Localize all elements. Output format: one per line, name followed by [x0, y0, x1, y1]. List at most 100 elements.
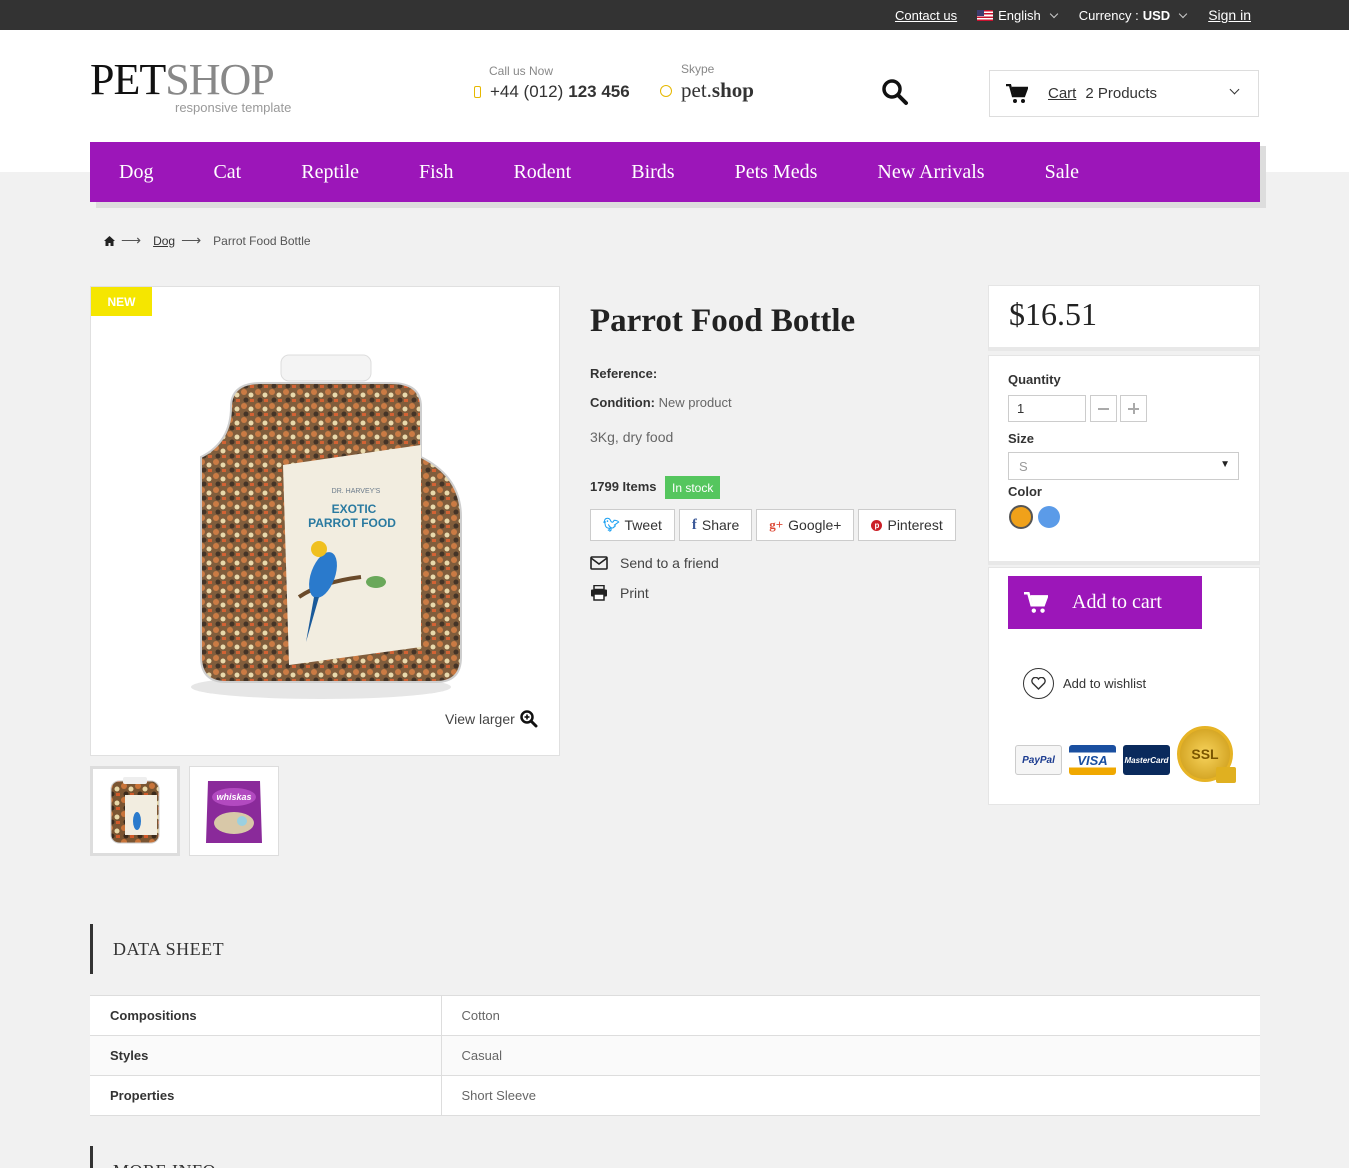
tweet-label: Tweet	[624, 517, 662, 533]
skype-prefix: pet.	[681, 78, 712, 102]
table-key: Styles	[90, 1035, 442, 1076]
heart-icon	[1023, 668, 1054, 699]
quantity-decrease-button[interactable]	[1090, 395, 1117, 422]
us-flag-icon	[977, 9, 994, 21]
mastercard-logo: MasterCard	[1123, 745, 1170, 775]
stock-badge: In stock	[665, 476, 721, 499]
nav-item-pets-meds[interactable]: Pets Meds	[735, 161, 818, 184]
call-us: Call us Now +44 (012) 123 456	[474, 64, 630, 102]
contact-us-link[interactable]: Contact us	[895, 8, 957, 23]
google-plus-icon: g+	[769, 517, 784, 532]
size-select[interactable]: S ▼	[1008, 452, 1239, 480]
logo-subtitle: responsive template	[175, 100, 292, 115]
breadcrumb: ⟶ Dog ⟶ Parrot Food Bottle	[104, 232, 311, 249]
tweet-button[interactable]: 🐦︎ Tweet	[590, 509, 675, 541]
call-label: Call us Now	[489, 64, 554, 78]
cart-icon	[1024, 591, 1048, 613]
print-label: Print	[620, 585, 649, 601]
condition: Condition: New product	[590, 395, 732, 410]
phone-icon	[474, 86, 481, 98]
logo-light: SHOP	[165, 55, 274, 104]
data-sheet-table: Compositions Cotton Styles Casual Proper…	[90, 995, 1260, 1116]
nav-item-fish[interactable]: Fish	[419, 161, 453, 184]
envelope-icon	[590, 556, 608, 570]
size-value: S	[1019, 458, 1028, 474]
quantity-input[interactable]	[1008, 395, 1086, 422]
product-description: 3Kg, dry food	[590, 429, 674, 445]
table-key: Properties	[90, 1075, 442, 1116]
cart-icon	[1006, 83, 1028, 103]
cart-dropdown[interactable]: Cart 2 Products	[989, 70, 1259, 117]
social-share: 🐦︎ Tweet f Share g+ Google+ p Pinterest	[590, 509, 956, 541]
top-bar: Contact us English Currency : USD Sign i…	[0, 0, 1349, 30]
payment-methods: PayPal VISA MasterCard SSL	[1015, 726, 1236, 783]
new-badge: NEW	[91, 287, 152, 316]
send-friend-label: Send to a friend	[620, 555, 719, 571]
print-link[interactable]: Print	[590, 585, 649, 601]
home-icon[interactable]	[104, 235, 115, 246]
condition-value: New product	[658, 395, 732, 410]
nav-item-cat[interactable]: Cat	[213, 161, 241, 184]
table-row: Compositions Cotton	[90, 995, 1260, 1036]
search-button[interactable]	[881, 78, 909, 106]
nav-item-sale[interactable]: Sale	[1045, 161, 1079, 184]
arrow-right-icon: ⟶	[121, 232, 142, 248]
nav-item-reptile[interactable]: Reptile	[301, 161, 359, 184]
condition-label: Condition:	[590, 395, 655, 410]
add-to-cart-box: Add to cart Add to wishlist PayPal VISA …	[988, 567, 1260, 805]
google-plus-button[interactable]: g+ Google+	[756, 509, 855, 541]
main-nav: Dog Cat Reptile Fish Rodent Birds Pets M…	[90, 142, 1260, 202]
quantity-available: 1799 Items	[590, 479, 657, 494]
language-selector[interactable]: English	[977, 8, 1059, 23]
view-larger-label: View larger	[445, 711, 515, 727]
options-box: Quantity Size S ▼ Color	[988, 355, 1260, 565]
caret-down-icon: ▼	[1220, 459, 1230, 470]
currency-selector[interactable]: Currency : USD	[1078, 7, 1188, 23]
product-title: Parrot Food Bottle	[590, 303, 856, 339]
pinterest-button[interactable]: p Pinterest	[858, 509, 956, 541]
cart-count: 2 Products	[1085, 85, 1158, 102]
chevron-down-icon	[1229, 84, 1240, 95]
visa-logo: VISA	[1069, 745, 1116, 775]
sign-in-link[interactable]: Sign in	[1208, 7, 1251, 23]
view-larger-link[interactable]: View larger	[445, 710, 538, 728]
call-number: 123 456	[568, 82, 630, 101]
add-to-wishlist-link[interactable]: Add to wishlist	[1023, 668, 1146, 699]
thumbnail-image	[110, 777, 160, 844]
add-to-cart-button[interactable]: Add to cart	[1008, 576, 1202, 629]
thumbnail-whiskas[interactable]: whiskas	[189, 766, 279, 856]
cart-label: Cart	[1048, 85, 1077, 102]
color-swatch-blue[interactable]	[1038, 506, 1060, 528]
currency-label: Currency :	[1078, 7, 1139, 23]
product-image[interactable]: NEW DR. HARVEY'S EXOTIC PARROT FOOD View…	[90, 286, 560, 756]
ssl-label: SSL	[1191, 746, 1219, 762]
pinterest-icon: p	[871, 519, 883, 531]
table-row: Styles Casual	[90, 1035, 1260, 1076]
nav-item-rodent[interactable]: Rodent	[513, 161, 571, 184]
share-label: Share	[701, 517, 740, 533]
product-photo: DR. HARVEY'S EXOTIC PARROT FOOD	[191, 354, 462, 699]
facebook-share-button[interactable]: f Share	[678, 509, 753, 541]
more-info-title: MORE INFO	[90, 1146, 216, 1168]
product-price: $16.51	[1009, 296, 1097, 332]
thumbnail-image: whiskas	[206, 781, 262, 843]
paypal-logo: PayPal	[1015, 745, 1062, 775]
label-brand: DR. HARVEY'S	[332, 488, 381, 495]
breadcrumb-category[interactable]: Dog	[153, 234, 175, 248]
thumbnail-parrot-food[interactable]	[90, 766, 180, 856]
send-to-friend-link[interactable]: Send to a friend	[590, 555, 719, 571]
skype-label: Skype	[681, 62, 715, 76]
quantity-increase-button[interactable]	[1120, 395, 1147, 422]
color-swatch-orange[interactable]	[1009, 505, 1033, 529]
wishlist-label: Add to wishlist	[1063, 676, 1147, 691]
nav-item-birds[interactable]: Birds	[631, 161, 674, 184]
price-box: $16.51	[988, 285, 1260, 351]
logo[interactable]: PETSHOP responsive template	[90, 58, 300, 118]
table-value: Cotton	[441, 995, 1260, 1036]
nav-item-new-arrivals[interactable]: New Arrivals	[877, 161, 984, 184]
label-title-1: EXOTIC	[332, 502, 377, 516]
nav-item-dog[interactable]: Dog	[119, 161, 153, 184]
breadcrumb-current: Parrot Food Bottle	[213, 233, 311, 248]
print-icon	[591, 585, 607, 601]
chevron-down-icon	[1178, 9, 1188, 18]
